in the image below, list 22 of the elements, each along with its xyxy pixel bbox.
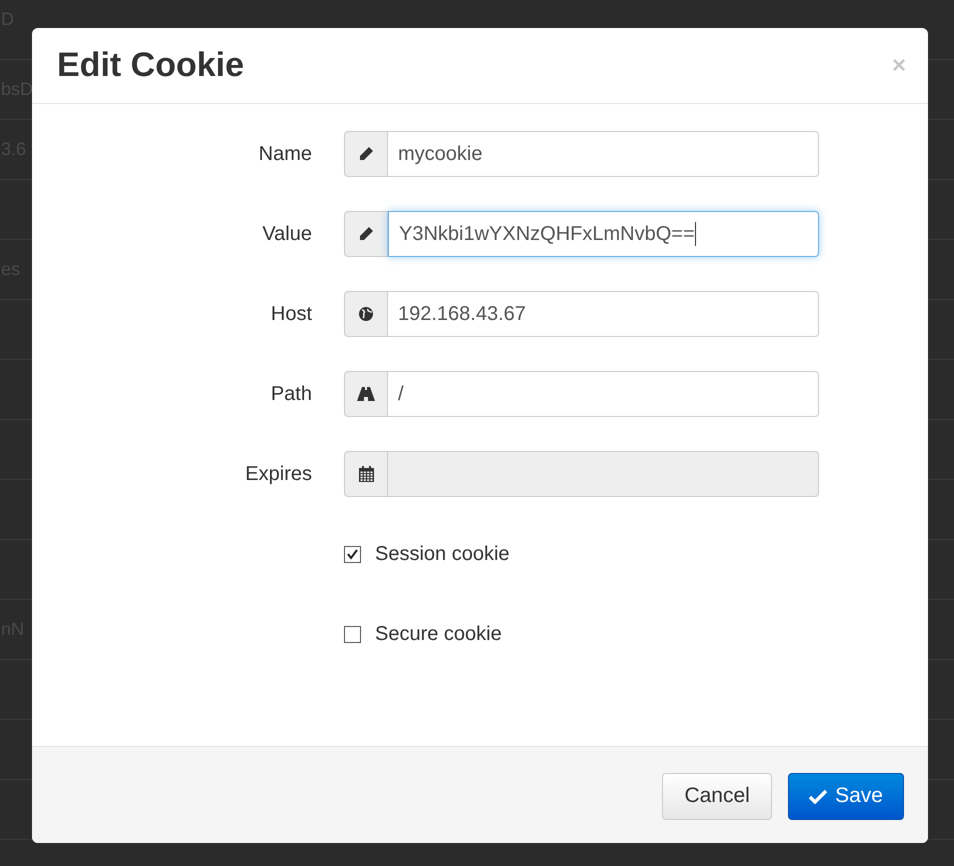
- checkbox-label: Session cookie: [375, 542, 510, 567]
- field-label: Path: [270, 382, 312, 407]
- checkbox[interactable]: [344, 546, 361, 562]
- field-label: Host: [270, 302, 312, 327]
- input-field[interactable]: Y3Nkbi1wYXNzQHFxLmNvbQ==: [388, 211, 819, 257]
- save-button[interactable]: Save: [788, 772, 904, 820]
- pencil-icon: [358, 226, 374, 242]
- field-label: Name: [258, 142, 312, 167]
- cancel-button[interactable]: Cancel: [662, 772, 772, 820]
- road-icon: [357, 387, 375, 401]
- input-field[interactable]: mycookie: [388, 131, 819, 177]
- calendar-icon: [358, 466, 374, 482]
- globe-icon: [358, 306, 374, 322]
- input-field[interactable]: /: [388, 371, 819, 417]
- input-field[interactable]: 192.168.43.67: [388, 291, 819, 337]
- checkbox[interactable]: [344, 626, 361, 642]
- dialog-title: Edit Cookie: [57, 45, 244, 86]
- check-icon: [809, 788, 828, 804]
- pencil-icon: [358, 146, 374, 162]
- field-label: Expires: [244, 462, 312, 487]
- field-label: Value: [261, 222, 312, 247]
- checkbox-label: Secure cookie: [375, 622, 502, 647]
